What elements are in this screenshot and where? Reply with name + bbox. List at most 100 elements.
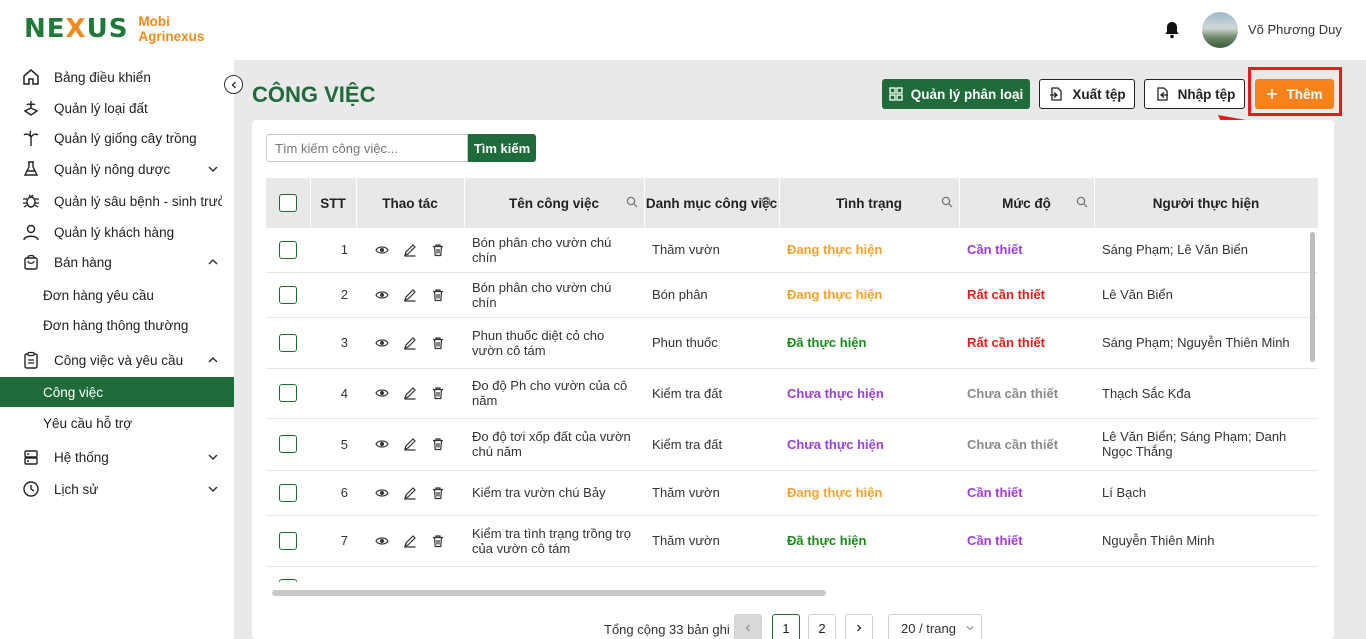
- search-icon[interactable]: [626, 196, 638, 208]
- page-button-1[interactable]: 1: [772, 614, 800, 639]
- cell-actions: [356, 272, 464, 318]
- row-checkbox[interactable]: [279, 435, 297, 453]
- edit-icon[interactable]: [403, 288, 417, 302]
- avatar[interactable]: [1202, 12, 1238, 48]
- sidebar-item-customers[interactable]: Quản lý khách hàng: [0, 217, 234, 247]
- highlight-box: [1248, 67, 1342, 116]
- search-button[interactable]: Tìm kiếm: [468, 134, 536, 162]
- delete-icon[interactable]: [431, 534, 445, 548]
- row-checkbox[interactable]: [279, 483, 297, 502]
- manage-categories-button[interactable]: Quản lý phân loại: [882, 79, 1030, 109]
- task-table: STT Thao tác Tên công việc Danh mục công…: [266, 178, 1318, 582]
- horizontal-scrollbar[interactable]: [272, 590, 826, 596]
- search-icon[interactable]: [761, 196, 773, 208]
- sidebar-item-plants[interactable]: Quản lý giống cây trồng: [0, 123, 234, 153]
- table-row[interactable]: 2 Bón phân cho vườn chú chín Bón phân Đang …: [266, 272, 1318, 318]
- sidebar-item-pesticides[interactable]: Quản lý nông dược: [0, 154, 234, 184]
- chevron-down-icon: [208, 454, 218, 461]
- delete-icon[interactable]: [431, 386, 445, 400]
- column-header-level[interactable]: Mức độ: [959, 178, 1095, 228]
- view-icon[interactable]: [375, 437, 389, 451]
- delete-icon[interactable]: [431, 243, 445, 257]
- search-input[interactable]: [266, 134, 468, 162]
- view-icon[interactable]: [375, 386, 389, 400]
- edit-icon[interactable]: [403, 437, 417, 451]
- delete-icon[interactable]: [431, 486, 445, 500]
- prev-page-button[interactable]: [734, 614, 762, 639]
- edit-icon[interactable]: [403, 336, 417, 350]
- view-icon[interactable]: [375, 486, 389, 500]
- row-checkbox[interactable]: [279, 384, 297, 402]
- sidebar-item-pests[interactable]: Quản lý sâu bệnh - sinh trưởng: [0, 186, 234, 216]
- delete-icon[interactable]: [431, 336, 445, 350]
- column-header-category[interactable]: Danh mục công việc: [644, 178, 780, 228]
- cell-stt: 4: [310, 368, 356, 419]
- cell-level: Rất cần thiết: [959, 272, 1094, 318]
- column-header-assignee: Người thực hiện: [1094, 178, 1318, 228]
- sidebar-subitem-request-orders[interactable]: Đơn hàng yêu cầu: [0, 280, 234, 310]
- cell-assignee: Lê Văn Biển; Sáng Phạm; Danh Ngọc Thắng: [1094, 418, 1318, 471]
- view-icon[interactable]: [375, 534, 389, 548]
- import-button[interactable]: Nhập tệp: [1144, 79, 1245, 109]
- button-label: Nhập tệp: [1177, 86, 1236, 102]
- app-logo[interactable]: NEXUS Mobi Agrinexus: [24, 14, 204, 44]
- sidebar-item-dashboard[interactable]: Bảng điều khiển: [0, 62, 234, 92]
- row-checkbox[interactable]: [279, 578, 297, 582]
- sidebar-item-system[interactable]: Hệ thống: [0, 442, 234, 472]
- row-checkbox[interactable]: [279, 531, 297, 550]
- search-icon[interactable]: [941, 196, 953, 208]
- delete-icon[interactable]: [431, 288, 445, 302]
- cell-stt: 7: [310, 515, 356, 567]
- cell-status: Đang thực hiện: [779, 272, 959, 318]
- edit-icon[interactable]: [403, 486, 417, 500]
- table-row[interactable]: 3 Phun thuốc diệt cỏ cho vườn cô tám Phun …: [266, 317, 1318, 369]
- row-checkbox[interactable]: [279, 285, 297, 304]
- vertical-scrollbar[interactable]: [1310, 232, 1315, 362]
- cell-category: Thăm vườn: [644, 515, 779, 567]
- sidebar-subitem-regular-orders[interactable]: Đơn hàng thông thường: [0, 310, 234, 340]
- sidebar-subitem-tasks[interactable]: Công việc: [0, 377, 234, 407]
- edit-icon[interactable]: [403, 386, 417, 400]
- view-icon[interactable]: [375, 288, 389, 302]
- page-button-2[interactable]: 2: [808, 614, 836, 639]
- row-checkbox[interactable]: [279, 333, 297, 352]
- table-row[interactable]: 1 Bón phân cho vườn chú chín Thăm vườn Đang…: [266, 228, 1318, 273]
- edit-icon[interactable]: [403, 243, 417, 257]
- cell-category: Phun thuốc: [644, 317, 779, 369]
- view-icon[interactable]: [375, 243, 389, 257]
- table-row[interactable]: 5 Đo độ tơi xốp đất của vườn chú năm Kiểm …: [266, 418, 1318, 471]
- column-header-status[interactable]: Tình trạng: [779, 178, 960, 228]
- export-button[interactable]: Xuất tệp: [1039, 79, 1135, 109]
- table-row[interactable]: [266, 566, 1318, 582]
- top-header: NEXUS Mobi Agrinexus Võ Phương Duy: [0, 0, 1366, 60]
- cell-stt: 1: [310, 228, 356, 273]
- collapse-sidebar-button[interactable]: [224, 75, 243, 94]
- sidebar-item-sales[interactable]: Bán hàng: [0, 247, 234, 277]
- history-icon: [22, 480, 40, 498]
- cell-task-name: Bón phân cho vườn chú chín: [464, 272, 644, 318]
- table-row[interactable]: 7 Kiểm tra tình trạng trồng trọ của vườn …: [266, 515, 1318, 567]
- sidebar-item-soil[interactable]: Quản lý loại đất: [0, 93, 234, 123]
- table-row[interactable]: 6 Kiểm tra vườn chú Bảy Thăm vườn Đang thực…: [266, 470, 1318, 516]
- sidebar-item-history[interactable]: Lịch sử: [0, 474, 234, 504]
- cell-stt: 6: [310, 470, 356, 516]
- view-icon[interactable]: [375, 336, 389, 350]
- next-page-button[interactable]: [845, 614, 873, 639]
- search-icon[interactable]: [1076, 196, 1088, 208]
- sidebar-subitem-support[interactable]: Yêu cầu hỗ trợ: [0, 408, 234, 438]
- delete-icon[interactable]: [431, 437, 445, 451]
- row-checkbox[interactable]: [279, 240, 297, 259]
- table-row[interactable]: 4 Đo độ Ph cho vườn của cô năm Kiểm tra đấ…: [266, 368, 1318, 419]
- bell-icon[interactable]: [1162, 20, 1182, 40]
- cell-assignee: Sáng Phạm; Nguyễn Thiên Minh: [1094, 317, 1318, 369]
- row-select-cell: [266, 368, 310, 419]
- page-size-select[interactable]: 20 / trang: [888, 614, 982, 639]
- cell-actions: [356, 228, 464, 273]
- edit-icon[interactable]: [403, 534, 417, 548]
- user-name[interactable]: Võ Phương Duy: [1248, 22, 1342, 37]
- chevron-up-icon: [208, 258, 218, 265]
- cell-actions: [356, 470, 464, 516]
- column-header-name[interactable]: Tên công việc: [464, 178, 645, 228]
- sidebar-item-work[interactable]: Công việc và yêu cầu: [0, 345, 234, 375]
- select-all-checkbox[interactable]: [278, 194, 297, 212]
